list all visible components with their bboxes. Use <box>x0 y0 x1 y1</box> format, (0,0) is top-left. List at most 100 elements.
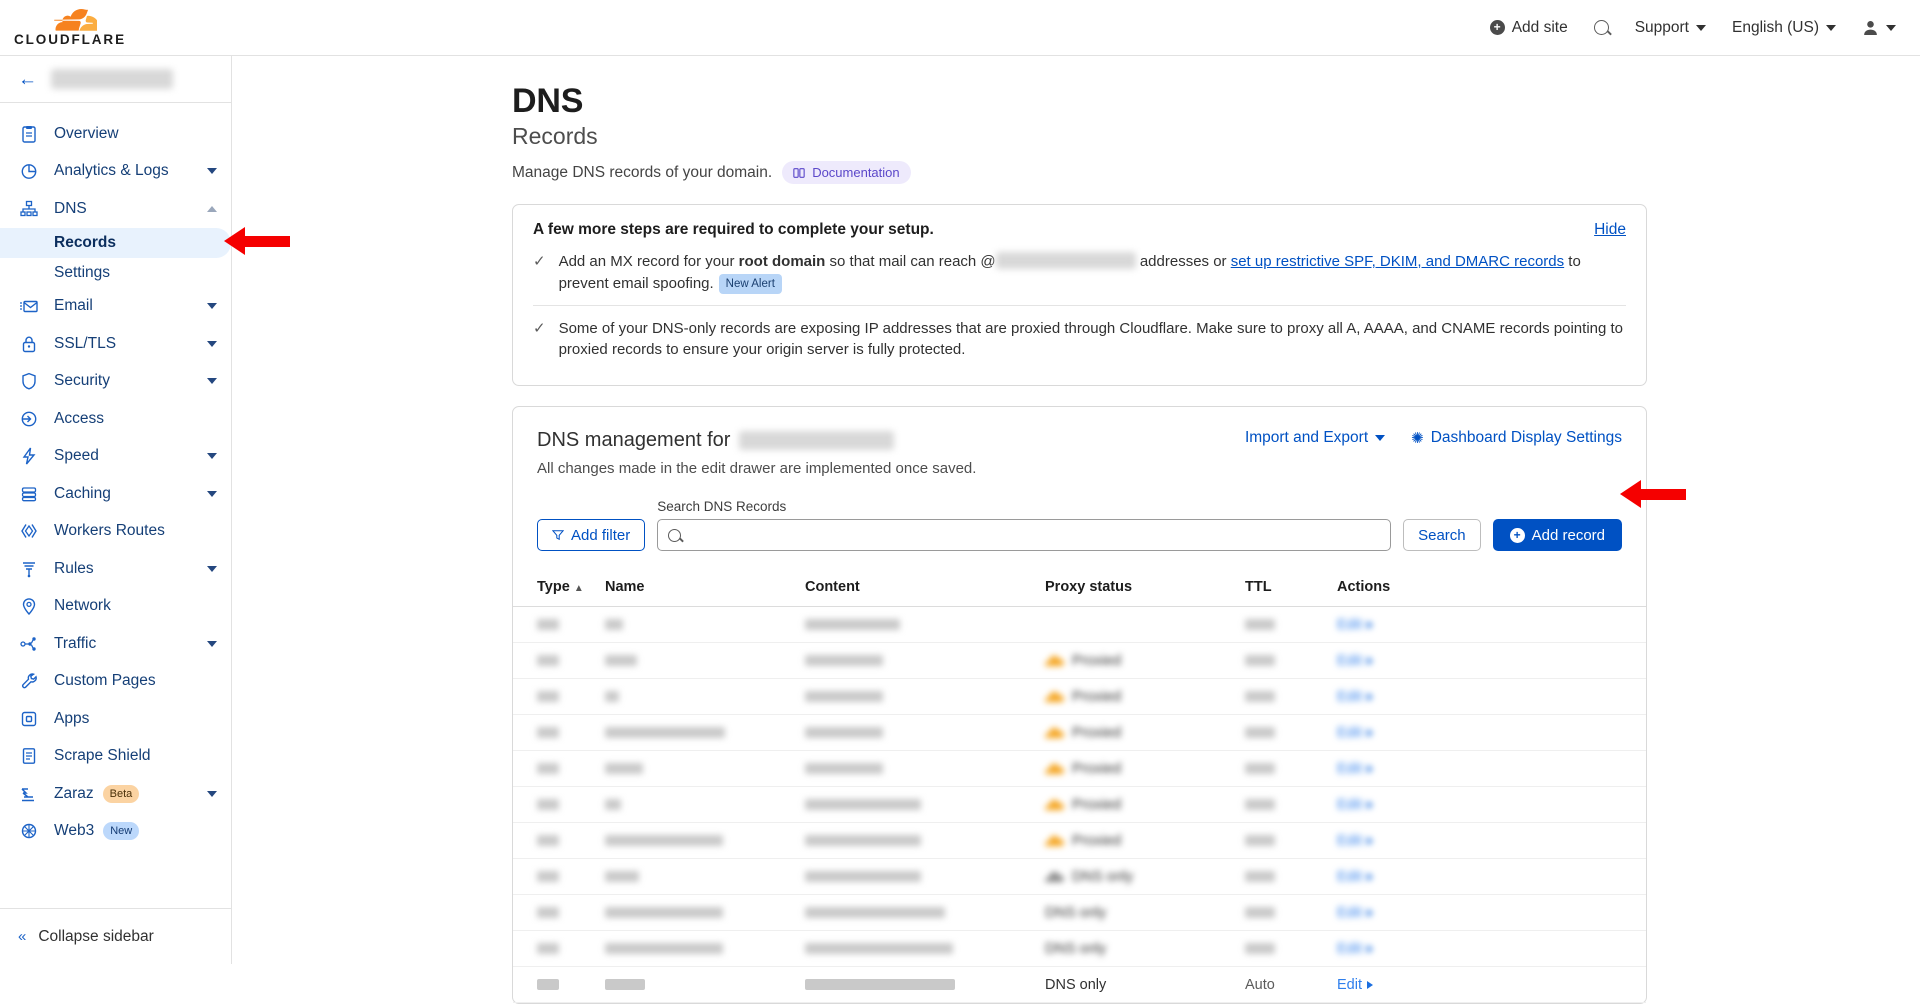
column-header-actions[interactable]: Actions <box>1337 569 1646 607</box>
table-row[interactable]: DNS only Edit <box>513 858 1646 895</box>
sidebar-item-zaraz[interactable]: Zaraz Beta <box>0 775 231 813</box>
cell-actions[interactable]: Edit <box>1337 822 1646 859</box>
caret-right-icon <box>1367 692 1373 701</box>
sidebar-item-web3[interactable]: Web3 New <box>0 813 231 851</box>
cell-proxy-status[interactable]: Proxied <box>1045 822 1245 859</box>
language-menu[interactable]: English (US) <box>1732 19 1836 37</box>
add-site-button[interactable]: + Add site <box>1489 19 1568 37</box>
cell-name <box>605 606 805 643</box>
sidebar-item-caching[interactable]: Caching <box>0 475 231 513</box>
table-row[interactable]: DNS only Edit <box>513 894 1646 931</box>
cell-actions[interactable]: Edit <box>1337 714 1646 751</box>
cell-proxy-status[interactable]: Proxied <box>1045 714 1245 751</box>
table-row[interactable]: Proxied Edit <box>513 714 1646 751</box>
add-filter-button[interactable]: Add filter <box>537 519 646 551</box>
collapse-sidebar-button[interactable]: « Collapse sidebar <box>0 908 231 964</box>
cell-proxy-status[interactable]: DNS only <box>1045 930 1245 967</box>
table-row[interactable]: DNS only Edit <box>513 930 1646 967</box>
apps-icon <box>18 710 40 728</box>
cell-actions[interactable]: Edit <box>1337 678 1646 715</box>
cell-proxy-status[interactable]: DNS only <box>1045 894 1245 931</box>
spf-dkim-dmarc-link[interactable]: set up restrictive SPF, DKIM, and DMARC … <box>1231 253 1564 270</box>
sidebar-item-access[interactable]: Access <box>0 400 231 438</box>
cell-actions[interactable]: Edit <box>1337 930 1646 967</box>
edit-record-button[interactable]: Edit <box>1337 869 1646 885</box>
sidebar-item-analytics-logs[interactable]: Analytics & Logs <box>0 153 231 191</box>
table-row[interactable]: DNS only Auto Edit <box>513 966 1646 1003</box>
cell-proxy-status[interactable]: Proxied <box>1045 678 1245 715</box>
cell-actions[interactable]: Edit <box>1337 786 1646 823</box>
table-row[interactable]: Proxied Edit <box>513 678 1646 715</box>
cell-proxy-status[interactable]: Proxied <box>1045 750 1245 787</box>
cloudflare-logo[interactable]: CLOUDFLARE <box>14 8 126 47</box>
sidebar-item-scrape-shield[interactable]: Scrape Shield <box>0 738 231 776</box>
edit-record-button[interactable]: Edit <box>1337 977 1646 993</box>
cell-proxy-status[interactable]: Proxied <box>1045 642 1245 679</box>
alert-item-dns-only: ✓ Some of your DNS-only records are expo… <box>533 304 1626 372</box>
import-and-export-menu[interactable]: Import and Export <box>1245 429 1386 447</box>
edit-record-button[interactable]: Edit <box>1337 833 1646 849</box>
cell-actions[interactable]: Edit <box>1337 966 1646 1003</box>
sidebar-item-rules[interactable]: Rules <box>0 550 231 588</box>
sidebar-item-ssl-tls[interactable]: SSL/TLS <box>0 325 231 363</box>
table-row[interactable]: Proxied Edit <box>513 642 1646 679</box>
table-row[interactable]: Edit <box>513 606 1646 643</box>
cell-proxy-status[interactable] <box>1045 606 1245 643</box>
back-arrow-icon[interactable]: ← <box>18 70 37 89</box>
edit-record-button[interactable]: Edit <box>1337 905 1646 921</box>
sidebar-item-traffic[interactable]: Traffic <box>0 625 231 663</box>
table-row[interactable]: Proxied Edit <box>513 786 1646 823</box>
support-menu[interactable]: Support <box>1635 19 1706 37</box>
hide-alert-link[interactable]: Hide <box>1594 221 1626 239</box>
edit-record-button[interactable]: Edit <box>1337 725 1646 741</box>
sidebar-item-network[interactable]: Network <box>0 588 231 626</box>
cell-actions[interactable]: Edit <box>1337 858 1646 895</box>
sidebar-item-label: Apps <box>54 709 90 727</box>
edit-record-button[interactable]: Edit <box>1337 689 1646 705</box>
column-header-type[interactable]: Type ▲ <box>513 569 605 607</box>
sidebar-item-security[interactable]: Security <box>0 363 231 401</box>
bolt-icon <box>18 447 40 465</box>
name-value-redacted <box>605 835 723 847</box>
cell-actions[interactable]: Edit <box>1337 750 1646 787</box>
column-header-ttl[interactable]: TTL <box>1245 569 1337 607</box>
edit-record-button[interactable]: Edit <box>1337 797 1646 813</box>
table-row[interactable]: Proxied Edit <box>513 822 1646 859</box>
sidebar-item-overview[interactable]: Overview <box>0 115 231 153</box>
search-icon[interactable] <box>1593 20 1609 35</box>
cell-actions[interactable]: Edit <box>1337 606 1646 643</box>
proxy-status: DNS only <box>1045 941 1245 957</box>
cell-ttl <box>1245 714 1337 751</box>
sidebar-item-apps[interactable]: Apps <box>0 700 231 738</box>
sidebar-item-speed[interactable]: Speed <box>0 438 231 476</box>
table-row[interactable]: Proxied Edit <box>513 750 1646 787</box>
cell-content <box>805 606 1045 643</box>
add-record-button[interactable]: + Add record <box>1492 519 1622 551</box>
column-header-content[interactable]: Content <box>805 569 1045 607</box>
search-dns-records-box[interactable] <box>657 519 1392 551</box>
edit-record-button[interactable]: Edit <box>1337 617 1646 633</box>
documentation-link[interactable]: Documentation <box>782 161 911 184</box>
sidebar-item-label: Overview <box>54 124 119 142</box>
cell-actions[interactable]: Edit <box>1337 642 1646 679</box>
edit-record-button[interactable]: Edit <box>1337 941 1646 957</box>
sidebar-subitem-settings[interactable]: Settings <box>0 258 231 288</box>
edit-record-button[interactable]: Edit <box>1337 761 1646 777</box>
sidebar-item-workers-routes[interactable]: Workers Routes <box>0 513 231 551</box>
cell-proxy-status[interactable]: Proxied <box>1045 786 1245 823</box>
dashboard-display-settings-button[interactable]: ✺ Dashboard Display Settings <box>1411 429 1622 447</box>
edit-record-button[interactable]: Edit <box>1337 653 1646 669</box>
access-arrow-icon <box>18 410 40 428</box>
cell-proxy-status[interactable]: DNS only <box>1045 966 1245 1003</box>
sidebar-item-email[interactable]: Email <box>0 288 231 326</box>
cell-proxy-status[interactable]: DNS only <box>1045 858 1245 895</box>
sidebar-item-dns[interactable]: DNS <box>0 190 231 228</box>
search-button[interactable]: Search <box>1403 519 1481 551</box>
sidebar-item-custom-pages[interactable]: Custom Pages <box>0 663 231 701</box>
account-menu[interactable] <box>1862 19 1896 36</box>
cell-actions[interactable]: Edit <box>1337 894 1646 931</box>
search-input[interactable] <box>689 527 1381 543</box>
column-header-name[interactable]: Name <box>605 569 805 607</box>
sidebar-subitem-records[interactable]: Records <box>0 227 231 258</box>
column-header-proxy-status[interactable]: Proxy status <box>1045 569 1245 607</box>
